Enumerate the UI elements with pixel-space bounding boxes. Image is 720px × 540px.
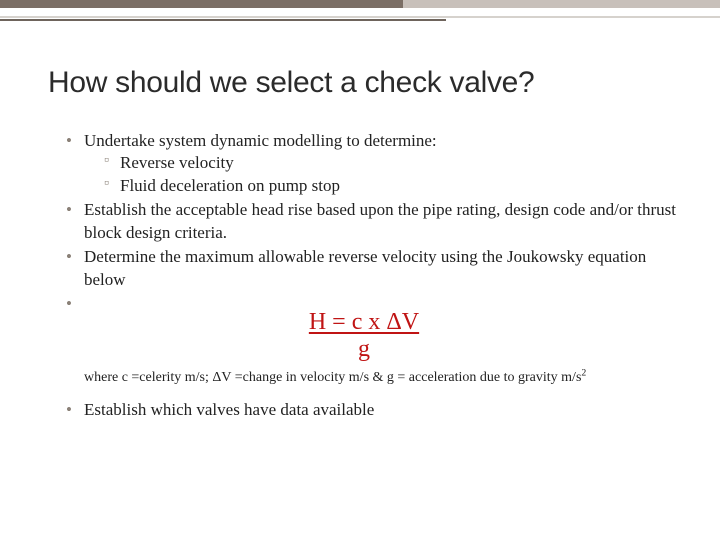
bullet-list-2: Establish which valves have data availab…: [48, 399, 680, 421]
equation-denominator: g: [48, 336, 680, 363]
top-border: [0, 0, 720, 8]
divider-line-light: [0, 16, 720, 18]
equation-definition: where c =celerity m/s; ΔV =change in vel…: [84, 369, 680, 387]
bullet-1-sub-1: Reverse velocity: [104, 152, 680, 174]
accent-bar-light: [403, 0, 720, 8]
bullet-1-sub-2: Fluid deceleration on pump stop: [104, 175, 680, 197]
divider: [0, 8, 720, 30]
bullet-2: Establish the acceptable head rise based…: [66, 199, 680, 244]
bullet-list: Undertake system dynamic modelling to de…: [48, 130, 680, 303]
bullet-4-empty: [66, 293, 680, 303]
bullet-3: Determine the maximum allowable reverse …: [66, 246, 680, 291]
equation-numerator: H = c x ΔV: [48, 309, 680, 336]
slide: How should we select a check valve? Unde…: [0, 0, 720, 540]
accent-bar-dark: [0, 0, 403, 8]
bullet-1-sublist: Reverse velocity Fluid deceleration on p…: [84, 152, 680, 197]
slide-title: How should we select a check valve?: [48, 66, 680, 100]
bullet-5: Establish which valves have data availab…: [66, 399, 680, 421]
bullet-1: Undertake system dynamic modelling to de…: [66, 130, 680, 197]
bullet-1-text: Undertake system dynamic modelling to de…: [84, 131, 437, 150]
divider-line-dark: [0, 19, 446, 21]
definition-text: where c =celerity m/s; ΔV =change in vel…: [84, 370, 581, 385]
equation: H = c x ΔV g: [48, 309, 680, 363]
definition-exponent: 2: [581, 367, 586, 378]
content-area: How should we select a check valve? Unde…: [0, 66, 720, 422]
